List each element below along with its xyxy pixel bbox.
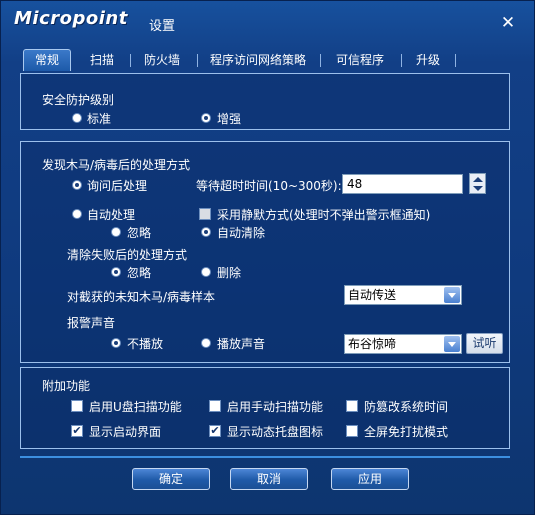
unknown-sample-select[interactable]: 自动传送 (344, 285, 462, 305)
auto-clear-radio[interactable] (201, 227, 211, 237)
ignore-label[interactable]: 忽略 (127, 224, 151, 241)
fullscreen-mode-checkbox[interactable] (346, 425, 358, 437)
level-enhanced-label[interactable]: 增强 (217, 110, 241, 127)
fullscreen-mode-label[interactable]: 全屏免打扰模式 (364, 423, 448, 440)
title-bar[interactable]: Micropoint 设置 ✕ (1, 1, 534, 41)
trojan-heading: 发现木马/病毒后的处理方式 (42, 158, 191, 172)
security-level-panel: 安全防护级别 标准 增强 (20, 73, 510, 130)
timeout-input[interactable]: 48 (342, 174, 463, 194)
cleanup-ignore-radio[interactable] (111, 267, 121, 277)
usb-scan-label[interactable]: 启用U盘扫描功能 (89, 398, 182, 415)
tray-icon-label[interactable]: 显示动态托盘图标 (227, 423, 323, 440)
play-sound-radio[interactable] (201, 338, 211, 348)
startup-screen-checkbox[interactable]: ✔ (71, 425, 83, 437)
security-level-heading: 安全防护级别 (42, 93, 115, 107)
window-title: 设置 (149, 19, 176, 34)
silent-checkbox[interactable] (199, 208, 211, 220)
tab-network-policy[interactable]: 程序访问网络策略 (205, 49, 311, 71)
tab-separator (401, 54, 402, 67)
level-standard-radio[interactable] (72, 113, 82, 123)
unknown-sample-value: 自动传送 (348, 288, 397, 302)
ask-radio[interactable] (72, 180, 82, 190)
listen-button[interactable]: 试听 (466, 333, 503, 354)
ok-button[interactable]: 确定 (132, 468, 210, 490)
footer-divider (20, 456, 510, 458)
settings-window: Micropoint 设置 ✕ 常规 扫描 防火墙 程序访问网络策略 可信程序 … (0, 0, 535, 515)
tab-firewall[interactable]: 防火墙 (136, 49, 188, 71)
trojan-handling-panel: 发现木马/病毒后的处理方式 询问后处理 等待超时时间(10~300秒): 48 … (20, 141, 510, 363)
chevron-down-icon[interactable] (444, 287, 460, 303)
sound-select[interactable]: 布谷惊啼 (344, 334, 462, 354)
unknown-sample-label: 对截获的未知木马/病毒样本 (67, 290, 216, 304)
spin-up-icon[interactable] (473, 177, 483, 182)
auto-radio[interactable] (72, 209, 82, 219)
manual-scan-label[interactable]: 启用手动扫描功能 (227, 398, 323, 415)
cleanup-heading: 清除失败后的处理方式 (67, 248, 188, 262)
time-protect-checkbox[interactable] (346, 400, 358, 412)
cleanup-delete-radio[interactable] (201, 267, 211, 277)
silent-label[interactable]: 采用静默方式(处理时不弹出警示框通知) (217, 206, 430, 223)
tab-separator (455, 54, 456, 67)
startup-screen-label[interactable]: 显示启动界面 (89, 423, 161, 440)
cancel-button[interactable]: 取消 (230, 468, 308, 490)
close-icon[interactable]: ✕ (498, 13, 518, 33)
no-sound-radio[interactable] (111, 338, 121, 348)
time-protect-label[interactable]: 防篡改系统时间 (364, 398, 448, 415)
cleanup-delete-label[interactable]: 删除 (217, 264, 241, 281)
tab-scan[interactable]: 扫描 (81, 49, 123, 71)
auto-label[interactable]: 自动处理 (87, 206, 135, 223)
tab-general[interactable]: 常规 (23, 49, 71, 71)
no-sound-label[interactable]: 不播放 (127, 335, 163, 352)
spin-down-icon[interactable] (473, 186, 483, 191)
play-sound-label[interactable]: 播放声音 (217, 335, 265, 352)
tab-update[interactable]: 升级 (411, 49, 445, 71)
level-enhanced-radio[interactable] (201, 113, 211, 123)
micropoint-logo: Micropoint (14, 8, 128, 29)
extra-features-panel: 附加功能 启用U盘扫描功能 启用手动扫描功能 防篡改系统时间 ✔ 显示启动界面 … (20, 367, 510, 449)
auto-clear-label[interactable]: 自动清除 (217, 224, 265, 241)
ignore-radio[interactable] (111, 227, 121, 237)
extra-heading: 附加功能 (42, 379, 91, 393)
sound-value: 布谷惊啼 (348, 337, 397, 351)
timeout-spinner[interactable] (469, 173, 486, 194)
ask-label[interactable]: 询问后处理 (87, 177, 147, 194)
tab-trusted-programs[interactable]: 可信程序 (329, 49, 391, 71)
usb-scan-checkbox[interactable] (71, 400, 83, 412)
apply-button[interactable]: 应用 (331, 468, 409, 490)
tab-separator (320, 54, 321, 67)
level-standard-label[interactable]: 标准 (87, 110, 111, 127)
tab-separator (130, 54, 131, 67)
tray-icon-checkbox[interactable]: ✔ (209, 425, 221, 437)
timeout-label: 等待超时时间(10~300秒): (196, 179, 342, 193)
sound-heading: 报警声音 (67, 316, 116, 330)
cleanup-ignore-label[interactable]: 忽略 (127, 264, 151, 281)
chevron-down-icon[interactable] (444, 336, 460, 352)
manual-scan-checkbox[interactable] (209, 400, 221, 412)
tab-separator (197, 54, 198, 67)
